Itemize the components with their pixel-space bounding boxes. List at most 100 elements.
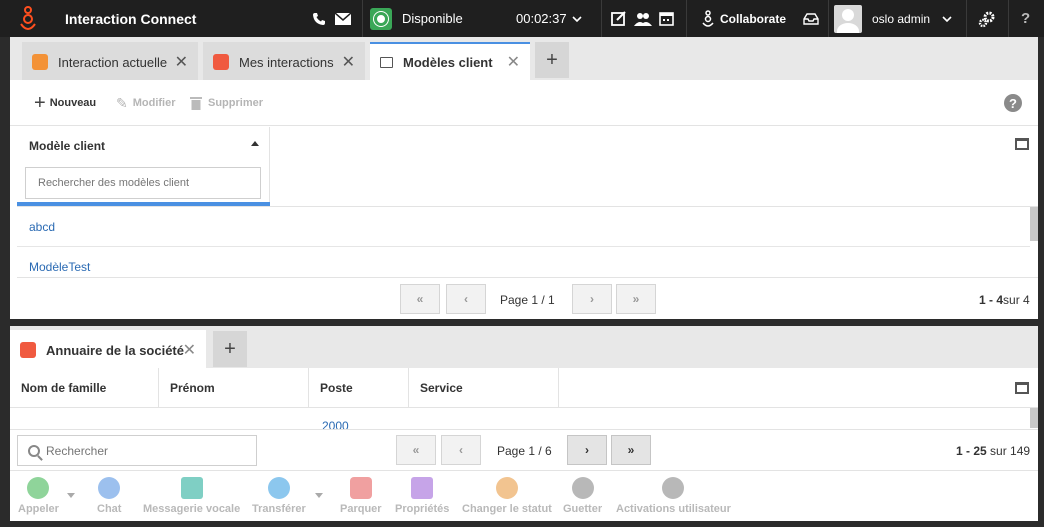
properties-button[interactable]: Propriétés — [395, 477, 449, 515]
toolbar: + Nouveau ✎ Modifier Supprimer ? — [10, 80, 1038, 126]
template-search-input[interactable] — [25, 167, 261, 199]
transfer-arrow-icon — [267, 477, 290, 499]
calendar-icon[interactable] — [659, 0, 674, 37]
user-check-icon — [662, 477, 685, 499]
page-indicator: Page 1 / 6 — [497, 444, 552, 458]
park-button[interactable]: Parquer — [340, 477, 382, 515]
column-header-department[interactable]: Service — [409, 368, 559, 408]
status-label[interactable]: Disponible — [402, 0, 463, 37]
user-activations-button[interactable]: Activations utilisateur — [616, 477, 731, 515]
chat-button[interactable]: Chat — [97, 477, 121, 515]
plus-icon: + — [34, 91, 46, 114]
directory-grid-header: Nom de famille Prénom Poste Service — [10, 368, 1038, 408]
user-name[interactable]: oslo admin — [872, 0, 930, 37]
new-button[interactable]: + Nouveau — [34, 80, 96, 126]
column-header-extension[interactable]: Poste — [309, 368, 409, 408]
last-page-button[interactable]: » — [616, 284, 656, 314]
tab-label: Mes interactions — [239, 54, 334, 70]
app-title: Interaction Connect — [65, 10, 197, 27]
close-icon[interactable]: ✕ — [342, 52, 355, 72]
status-timer: 00:02:37 — [516, 11, 567, 26]
help-icon[interactable]: ? — [1004, 94, 1022, 112]
sort-ascending-icon[interactable] — [251, 141, 259, 146]
edit-button[interactable]: ✎ Modifier — [116, 80, 176, 126]
pencil-icon: ✎ — [116, 94, 128, 111]
chat-bubble-icon — [32, 54, 48, 70]
tab-current-interaction[interactable]: Interaction actuelle ✕ — [22, 42, 198, 80]
directory-icon — [20, 342, 36, 358]
tab-strip: Interaction actuelle ✕ Mes interactions … — [10, 37, 1038, 80]
help-question-icon[interactable]: ? — [1021, 0, 1030, 37]
tab-label: Annuaire de la société — [46, 342, 184, 358]
templates-pager: « ‹ Page 1 / 1 › » 1 - 4sur 4 — [17, 277, 1038, 319]
next-page-button[interactable]: › — [567, 435, 607, 465]
add-tab-button[interactable]: + — [535, 42, 569, 78]
monitor-button[interactable]: Guetter — [563, 477, 602, 515]
car-icon — [349, 477, 372, 499]
call-chevron-down-icon[interactable] — [67, 493, 75, 498]
delete-button[interactable]: Supprimer — [190, 80, 263, 126]
phone-icon[interactable] — [312, 0, 326, 37]
tab-strip: Annuaire de la société ✕ + — [10, 326, 1038, 368]
change-status-button[interactable]: Changer le statut — [462, 477, 552, 515]
column-header-last-name[interactable]: Nom de famille — [10, 368, 159, 408]
tab-label: Interaction actuelle — [58, 54, 168, 70]
tab-my-interactions[interactable]: Mes interactions ✕ — [203, 42, 365, 80]
voicemail-icon — [180, 477, 203, 499]
list-item[interactable]: abcd — [17, 207, 1030, 247]
chat-icon — [98, 477, 121, 499]
status-chevron-down-icon[interactable] — [572, 0, 582, 37]
close-icon[interactable]: ✕ — [507, 52, 520, 72]
previous-page-button[interactable]: ‹ — [446, 284, 486, 314]
genesys-logo-icon — [18, 0, 38, 37]
tab-client-templates[interactable]: Modèles client ✕ — [370, 42, 530, 80]
user-status-icon — [495, 477, 518, 499]
top-bar: Interaction Connect Disponible 00:02:37 … — [0, 0, 1044, 37]
scrollbar-thumb[interactable] — [1030, 207, 1038, 241]
voicemail-button[interactable]: Messagerie vocale — [143, 477, 240, 515]
status-available-icon[interactable] — [370, 0, 392, 37]
tab-label: Modèles client — [403, 54, 493, 70]
call-button[interactable]: Appeler — [18, 477, 59, 515]
scrollbar-thumb[interactable] — [1030, 408, 1038, 428]
first-page-button[interactable]: « — [400, 284, 440, 314]
result-count: 1 - 25 sur 149 — [956, 444, 1031, 458]
phone-icon — [27, 477, 50, 499]
action-bar: Appeler Chat Messagerie vocale Transfére… — [10, 470, 1038, 521]
transfer-button[interactable]: Transférer — [252, 477, 306, 515]
last-page-button[interactable]: » — [611, 435, 651, 465]
close-icon[interactable]: ✕ — [175, 52, 188, 72]
next-page-button[interactable]: › — [572, 284, 612, 314]
page-indicator: Page 1 / 1 — [500, 293, 555, 307]
avatar[interactable] — [834, 0, 862, 37]
interactions-icon — [213, 54, 229, 70]
previous-page-button[interactable]: ‹ — [441, 435, 481, 465]
add-tab-button[interactable]: + — [213, 331, 247, 367]
template-icon — [380, 56, 393, 68]
column-settings-icon[interactable] — [1015, 138, 1029, 150]
trash-icon — [190, 97, 202, 110]
directory-search[interactable] — [17, 435, 257, 466]
directory-pager: « ‹ Page 1 / 6 › » 1 - 25 sur 149 — [10, 429, 1038, 471]
column-header-first-name[interactable]: Prénom — [159, 368, 309, 408]
mail-icon[interactable] — [335, 0, 351, 37]
directory-search-input[interactable] — [46, 443, 246, 458]
user-chevron-down-icon[interactable] — [942, 0, 952, 37]
collaborate-link[interactable]: Collaborate — [720, 0, 786, 37]
inbox-icon[interactable] — [803, 0, 819, 37]
settings-gear-icon[interactable] — [978, 0, 996, 37]
user-clock-icon — [571, 477, 594, 499]
group-icon[interactable] — [634, 0, 652, 37]
properties-icon — [411, 477, 434, 499]
transfer-chevron-down-icon[interactable] — [315, 493, 323, 498]
close-icon[interactable]: ✕ — [183, 340, 196, 360]
collaborate-icon[interactable] — [702, 0, 714, 37]
result-count: 1 - 4sur 4 — [979, 293, 1030, 307]
templates-panel: Interaction actuelle ✕ Mes interactions … — [10, 37, 1038, 319]
edit-note-icon[interactable] — [611, 0, 627, 37]
column-settings-icon[interactable] — [1015, 382, 1029, 394]
search-icon — [28, 444, 40, 457]
tab-company-directory[interactable]: Annuaire de la société ✕ — [10, 330, 206, 368]
first-page-button[interactable]: « — [396, 435, 436, 465]
column-header-template[interactable]: Modèle client — [17, 127, 270, 207]
